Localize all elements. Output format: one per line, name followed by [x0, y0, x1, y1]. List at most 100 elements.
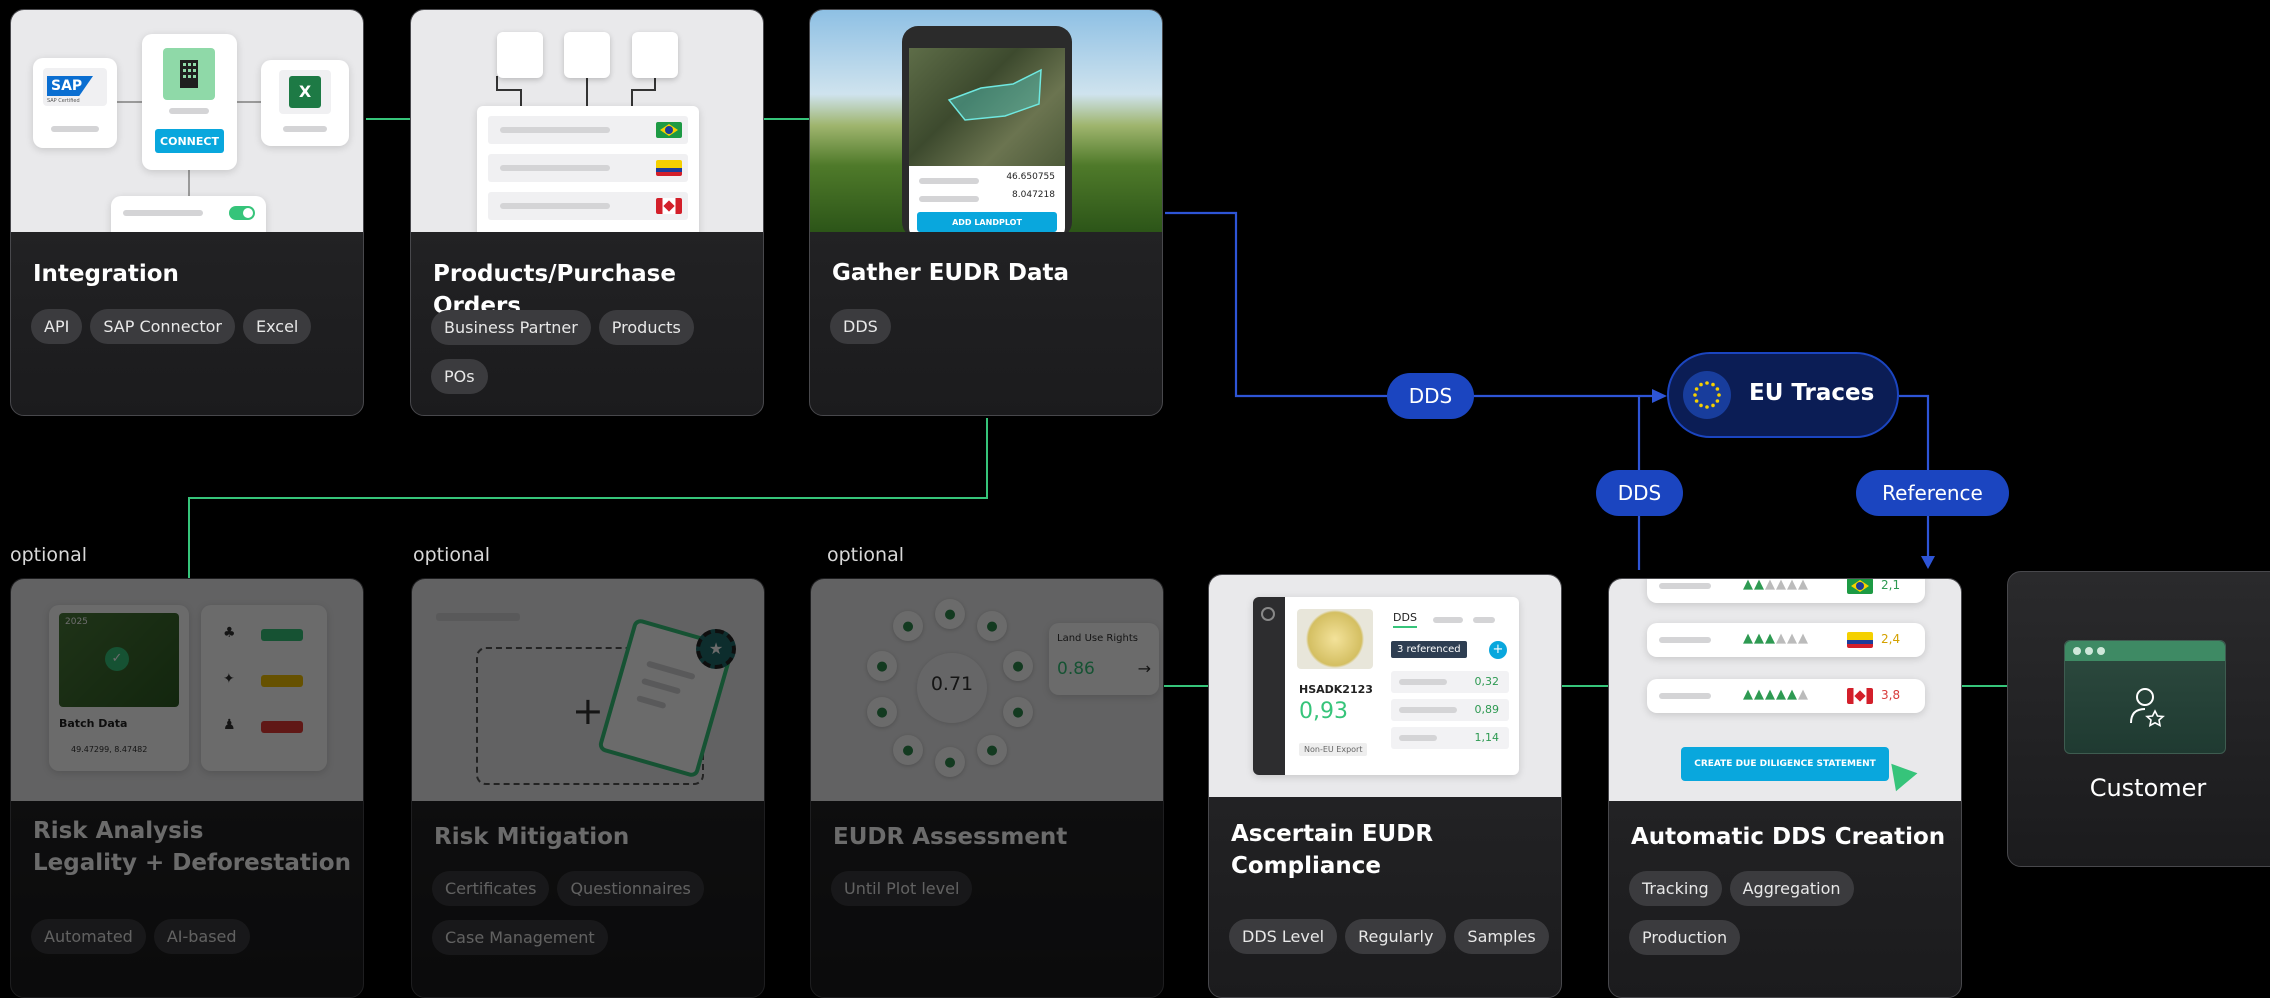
risk-mitigation-tags: Certificates Questionnaires Case Managem… [432, 871, 754, 955]
auto-dds-illustration: ▲▲▲▲▲▲ 2,1 ▲▲▲▲▲▲ 2,4 ▲▲▲▲▲▲ 3,8 CREATE … [1609, 579, 1961, 801]
optional-label-eudr-assessment: optional [827, 544, 905, 566]
factor-icon-2: ● [977, 611, 1007, 641]
products-illustration [411, 10, 763, 232]
tag-regularly: Regularly [1345, 919, 1447, 954]
integration-tags: API SAP Connector Excel [31, 309, 353, 344]
tag-automated: Automated [31, 919, 146, 954]
batch-widget: 2025 ✓ Batch Data 49.47299, 8.47482 [49, 605, 189, 771]
tag-until-plot-level: Until Plot level [831, 871, 973, 906]
land-use-label: Land Use Rights [1057, 633, 1138, 644]
land-use-widget: Land Use Rights 0.86 → [1049, 623, 1159, 695]
create-dds-button: CREATE DUE DILIGENCE STATEMENT [1681, 747, 1889, 781]
land-use-value: 0.86 [1057, 659, 1095, 679]
factor-icon-1: ● [935, 599, 965, 629]
plant-icon: ♣ [223, 625, 236, 641]
ascertain-tags: DDS Level Regularly Samples [1229, 919, 1551, 954]
integration-card[interactable]: SAP SAP Certified CONNECT X Integration … [10, 9, 364, 416]
risk-analysis-card[interactable]: 2025 ✓ Batch Data 49.47299, 8.47482 ♣ ✦ … [10, 578, 364, 998]
ascertain-title-line2: Compliance [1231, 853, 1382, 879]
code-label: HSADK2123 [1299, 683, 1373, 696]
ascertain-title-line1: Ascertain EUDR [1231, 821, 1434, 847]
dds-row-1: ▲▲▲▲▲▲ 2,1 [1647, 579, 1925, 603]
optional-label-risk-analysis: optional [10, 544, 88, 566]
tag-pos: POs [431, 359, 488, 394]
menu-icon [1261, 607, 1275, 621]
factor-icon-7: ● [893, 735, 923, 765]
eu-traces-label: EU Traces [1749, 380, 1875, 406]
risk-mitigation-card[interactable]: + ★ Risk Mitigation Certificates Questio… [411, 578, 765, 998]
satellite-map [909, 48, 1065, 166]
referenced-badge: 3 referenced [1391, 641, 1467, 658]
customer-window-icon [2064, 640, 2226, 754]
tag-certificates: Certificates [432, 871, 550, 906]
value-3: 1,14 [1474, 731, 1500, 744]
dds-row-3: ▲▲▲▲▲▲ 3,8 [1647, 679, 1925, 713]
factor-icon-3: ● [1003, 651, 1033, 681]
tag-products: Products [598, 310, 694, 345]
risk-mitigation-title: Risk Mitigation [434, 824, 630, 850]
tree-icons-2: ▲▲▲▲▲▲ [1743, 631, 1809, 646]
tag-case-management: Case Management [432, 920, 608, 955]
tag-business-partner: Business Partner [431, 310, 591, 345]
tag-dds: DDS [830, 309, 891, 344]
phone-mockup: 46.650755 8.047218 ADD LANDPLOT [902, 26, 1072, 232]
risk-levels-widget: ♣ ✦ ♟ [201, 605, 327, 771]
ascertain-illustration: HSADK2123 0,93 Non-EU Export DDS 3 refer… [1209, 575, 1561, 797]
eudr-assessment-card[interactable]: 0.71 ● ● ● ● ● ● ● ● ● ● Land Use Rights… [810, 578, 1164, 998]
tag-sap-connector: SAP Connector [90, 309, 235, 344]
risk-analysis-title-line2: Legality + Deforestation [33, 850, 351, 876]
toggle-widget [111, 196, 266, 232]
dds-value-1: 2,1 [1881, 579, 1901, 592]
po-list [477, 106, 699, 232]
tag-excel: Excel [242, 309, 312, 344]
gather-illustration: 46.650755 8.047218 ADD LANDPLOT [810, 10, 1162, 232]
products-tags: Business Partner Products POs [431, 310, 753, 394]
score-circle: 0.71 [917, 653, 987, 723]
check-icon: ✓ [105, 647, 129, 671]
connect-button: CONNECT [155, 129, 224, 153]
tree-icons-1: ▲▲▲▲▲▲ [1743, 579, 1809, 592]
flag-brazil [1847, 579, 1873, 594]
user-star-icon [2130, 688, 2165, 727]
ascertain-card[interactable]: HSADK2123 0,93 Non-EU Export DDS 3 refer… [1208, 574, 1562, 998]
factor-icon-6: ● [935, 747, 965, 777]
products-card[interactable]: Products/Purchase Orders Business Partne… [410, 9, 764, 416]
auto-dds-card[interactable]: ▲▲▲▲▲▲ 2,1 ▲▲▲▲▲▲ 2,4 ▲▲▲▲▲▲ 3,8 CREATE … [1608, 578, 1962, 998]
risk-analysis-title-line1: Risk Analysis [33, 818, 204, 844]
building-icon-3 [632, 32, 678, 78]
plus-icon: + [572, 689, 604, 733]
excel-widget: X [261, 60, 349, 146]
flag-canada [1847, 688, 1873, 704]
flag-colombia [1847, 632, 1873, 648]
year-label: 2025 [65, 617, 88, 627]
dds-value-3: 3,8 [1881, 688, 1901, 702]
bird-icon: ✦ [223, 671, 235, 687]
score-value: 0,93 [1299, 699, 1348, 724]
optional-label-risk-mitigation: optional [413, 544, 491, 566]
auto-dds-title: Automatic DDS Creation [1631, 824, 1946, 850]
eudr-assessment-tags: Until Plot level [831, 871, 1153, 906]
building-icon [163, 48, 215, 100]
customer-label: Customer [2089, 774, 2207, 802]
factor-icon-8: ● [867, 697, 897, 727]
tag-questionnaires: Questionnaires [557, 871, 704, 906]
toggle-icon [229, 206, 255, 220]
tag-samples: Samples [1454, 919, 1549, 954]
value-1: 0,32 [1474, 675, 1500, 688]
gather-card[interactable]: 46.650755 8.047218 ADD LANDPLOT Gather E… [809, 9, 1163, 416]
integration-illustration: SAP SAP Certified CONNECT X [11, 10, 363, 232]
eu-traces-node[interactable]: EU Traces [1667, 352, 1899, 438]
sap-certified-label: SAP Certified [47, 98, 80, 104]
risk-mitigation-illustration: + ★ [412, 579, 764, 801]
building-icon-2 [564, 32, 610, 78]
risk-analysis-tags: Automated AI-based [31, 919, 353, 954]
excel-icon: X [289, 76, 321, 108]
coordinate-1: 46.650755 [1006, 172, 1055, 182]
customer-card[interactable]: Customer [2007, 571, 2270, 867]
dds-row-2: ▲▲▲▲▲▲ 2,4 [1647, 623, 1925, 657]
dds-pill-mid: DDS [1596, 470, 1683, 516]
tag-api: API [31, 309, 83, 344]
badge-icon: ★ [696, 629, 736, 669]
dds-pill-top: DDS [1387, 373, 1474, 419]
batch-label: Batch Data [59, 717, 128, 730]
